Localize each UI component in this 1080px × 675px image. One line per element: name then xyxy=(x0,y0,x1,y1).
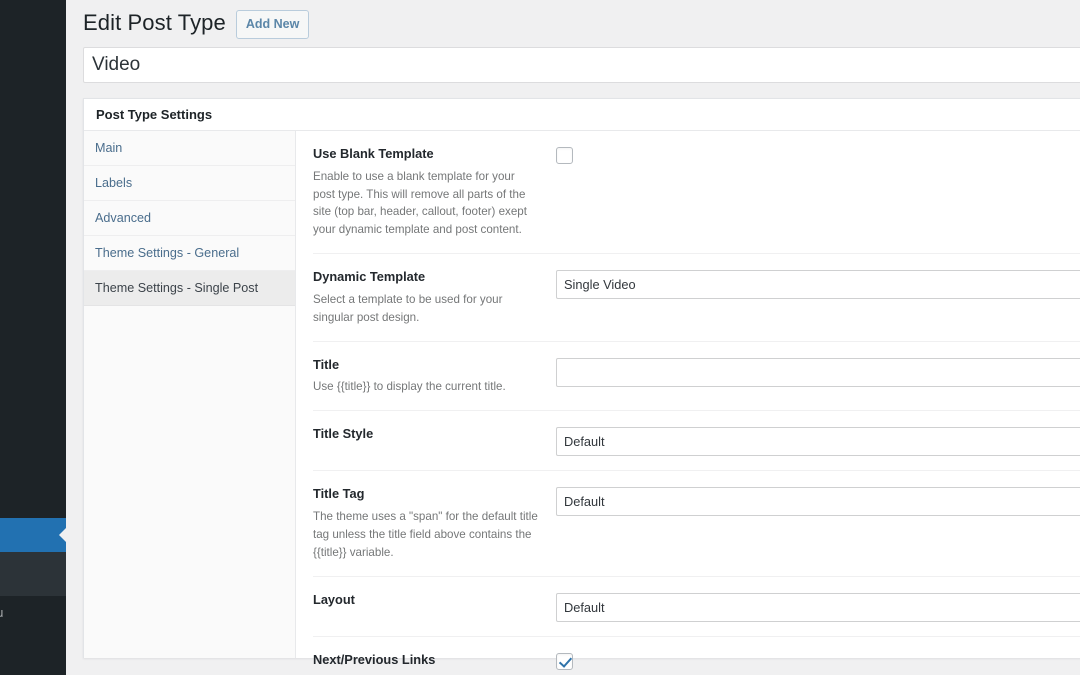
tab-main[interactable]: Main xyxy=(84,131,295,166)
sidebar-separator xyxy=(0,464,66,474)
select-title-style[interactable] xyxy=(556,427,1080,457)
field-label-column: Layout xyxy=(313,591,556,610)
sidebar-update-badge-row[interactable]: 1 xyxy=(0,324,66,354)
field-control-column xyxy=(556,651,1080,670)
wp-admin-screen: WP EngineDashboardPortfolioTestimonialsC… xyxy=(0,0,1080,675)
field-row: Next/Previous Links xyxy=(313,637,1080,675)
select-title-tag[interactable] xyxy=(556,487,1080,517)
field-control-column xyxy=(556,591,1080,622)
metabox-header[interactable]: Post Type Settings xyxy=(84,99,1080,131)
tab-theme-settings-single-post[interactable]: Theme Settings - Single Post xyxy=(84,271,295,306)
page-header: Edit Post Type Add New xyxy=(83,0,1080,40)
field-control-column xyxy=(556,145,1080,164)
field-label-column: Title Style xyxy=(313,425,556,444)
field-row: Use Blank Template Enable to use a blank … xyxy=(313,131,1080,255)
select-layout[interactable] xyxy=(556,592,1080,622)
field-row: Title Style xyxy=(313,411,1080,472)
field-label-next-previous-links: Next/Previous Links xyxy=(313,651,436,667)
sidebar-separator xyxy=(0,508,66,518)
sidebar-item-wp-engine[interactable]: WP Engine xyxy=(0,0,66,34)
field-control-column xyxy=(556,268,1080,300)
checkbox-use-blank-template[interactable] xyxy=(556,147,573,164)
sidebar-item-appearance[interactable]: Appearance xyxy=(0,290,66,324)
sidebar-item-post-types[interactable]: Post Types xyxy=(0,518,66,552)
sidebar-submenu-block xyxy=(0,552,66,596)
field-label-title-style: Title Style xyxy=(313,426,374,442)
sidebar-item-clients[interactable]: Clients xyxy=(0,234,66,268)
field-control-column xyxy=(556,356,1080,387)
tab-labels[interactable]: Labels xyxy=(84,166,295,201)
field-label-column: Title Use {{title}} to display the curren… xyxy=(313,356,556,397)
sidebar-separator xyxy=(0,68,66,90)
field-description-use-blank-template: Enable to use a blank template for your … xyxy=(313,169,527,237)
field-control-column xyxy=(556,485,1080,517)
admin-content-area: Edit Post Type Add New Post Type Setting… xyxy=(66,0,1080,675)
post-title-input[interactable] xyxy=(83,47,1080,83)
admin-sidebar-menu: WP EngineDashboardPortfolioTestimonialsC… xyxy=(0,0,66,630)
field-description-title: Use {{title}} to display the current tit… xyxy=(313,380,506,394)
metabox-body: Main Labels Advanced Theme Settings - Gener… xyxy=(84,131,1080,670)
sidebar-separator xyxy=(0,354,66,376)
settings-fields: Use Blank Template Enable to use a blank … xyxy=(296,131,1080,670)
sidebar-separator xyxy=(0,168,66,190)
tab-theme-settings-general[interactable]: Theme Settings - General xyxy=(84,236,295,271)
add-new-button[interactable]: Add New xyxy=(235,9,310,40)
field-description-dynamic-template: Select a template to be used for your si… xyxy=(313,292,503,324)
sidebar-item-testimonials[interactable]: Testimonials xyxy=(0,200,66,234)
field-row: Layout xyxy=(313,577,1080,637)
field-label-dynamic-template: Dynamic Template xyxy=(313,269,426,285)
sidebar-item-dashboard[interactable]: Dashboard xyxy=(0,34,66,68)
field-label-column: Next/Previous Links xyxy=(313,651,556,670)
field-control-column xyxy=(556,425,1080,457)
sidebar-item-portfolio[interactable]: Portfolio xyxy=(0,134,66,168)
field-description-title-tag: The theme uses a "span" for the default … xyxy=(313,509,538,559)
sidebar-separator xyxy=(0,112,66,134)
field-label-column: Use Blank Template Enable to use a blank … xyxy=(313,145,556,239)
collapse-menu-button[interactable]: Collapse menu xyxy=(0,596,66,630)
field-label-column: Title Tag The theme uses a "span" for the… xyxy=(313,485,556,561)
field-label-title: Title xyxy=(313,356,340,372)
sidebar-item-plugins[interactable]: Plugins xyxy=(0,430,66,464)
sidebar-separator xyxy=(0,376,66,386)
field-row: Title Tag The theme uses a "span" for the… xyxy=(313,471,1080,577)
field-label-column: Dynamic Template Select a template to be … xyxy=(313,268,556,326)
post-type-settings-metabox: Post Type Settings Main Labels Advanced The… xyxy=(83,98,1080,670)
field-row: Dynamic Template Select a template to be … xyxy=(313,254,1080,342)
sidebar-separator xyxy=(0,190,66,200)
field-label-title-tag: Title Tag xyxy=(313,486,365,502)
field-label-use-blank-template: Use Blank Template xyxy=(313,146,434,161)
sidebar-separator xyxy=(0,268,66,290)
input-title[interactable] xyxy=(556,357,1080,387)
select-dynamic-template[interactable] xyxy=(556,270,1080,300)
sidebar-item-gallery-page[interactable]: Gallery Page xyxy=(0,386,66,420)
tab-advanced[interactable]: Advanced xyxy=(84,201,295,236)
checkbox-next-previous-links[interactable] xyxy=(556,652,573,670)
metabox-title: Post Type Settings xyxy=(96,107,213,122)
page-title: Edit Post Type xyxy=(83,10,226,36)
sidebar-separator xyxy=(0,90,66,112)
admin-sidebar: WP EngineDashboardPortfolioTestimonialsC… xyxy=(0,0,66,675)
field-label-layout: Layout xyxy=(313,591,355,607)
sidebar-separator xyxy=(0,420,66,430)
sidebar-item-theme-panel[interactable]: Theme Panel xyxy=(0,474,66,508)
field-row: Title Use {{title}} to display the curren… xyxy=(313,342,1080,412)
settings-tab-nav: Main Labels Advanced Theme Settings - Gener… xyxy=(84,131,296,658)
